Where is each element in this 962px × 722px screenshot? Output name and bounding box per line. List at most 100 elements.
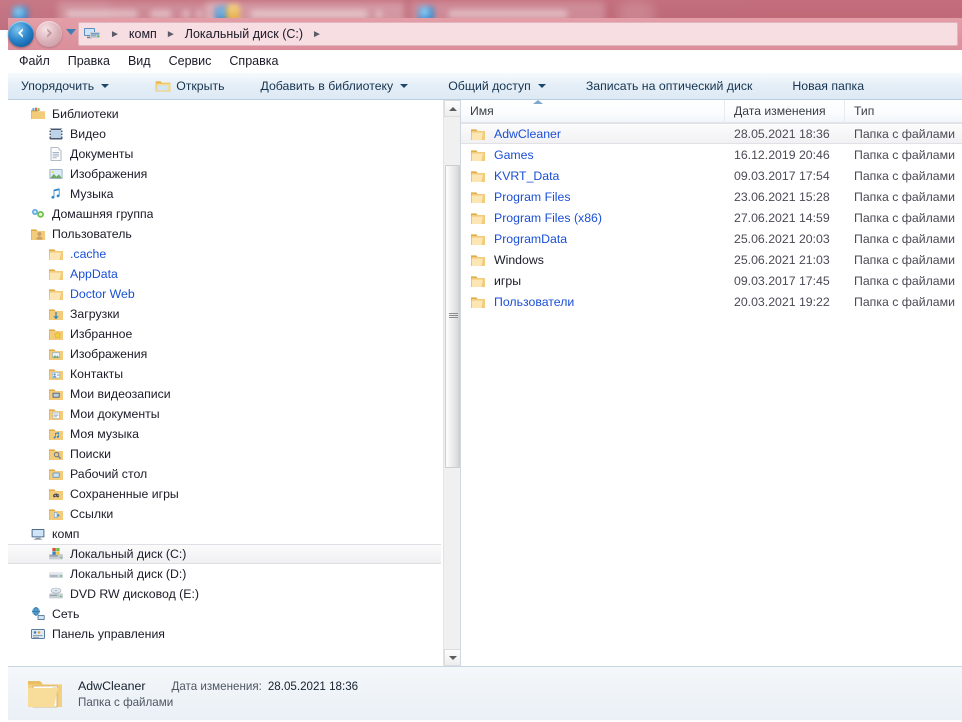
toolbar-share-button[interactable]: Общий доступ bbox=[439, 74, 555, 98]
recent-pages-dropdown[interactable] bbox=[66, 29, 76, 35]
sidebar-item-1[interactable]: Видео bbox=[8, 124, 460, 144]
forward-button[interactable] bbox=[36, 21, 62, 47]
navigation-pane-scrollbar[interactable] bbox=[443, 100, 460, 666]
menu-edit[interactable]: Правка bbox=[59, 52, 119, 70]
sidebar-item-label: Загрузки bbox=[70, 307, 120, 321]
toolbar-share-label: Общий доступ bbox=[448, 79, 531, 93]
sidebar-item-26[interactable]: Панель управления bbox=[8, 624, 460, 644]
sidebar-item-label: Пользователь bbox=[52, 227, 132, 241]
scroll-up-button[interactable] bbox=[444, 100, 460, 117]
cell-type: Папка с файлами bbox=[854, 231, 955, 246]
sidebar-item-label: Мои видеозаписи bbox=[70, 387, 171, 401]
sidebar-item-9[interactable]: Doctor Web bbox=[8, 284, 460, 304]
sidebar-item-23[interactable]: Локальный диск (D:) bbox=[8, 564, 460, 584]
table-row[interactable]: Program Files (x86) 27.06.2021 14:59 Папка… bbox=[461, 207, 962, 228]
toolbar-open-button[interactable]: Открыть bbox=[146, 74, 233, 98]
breadcrumb[interactable]: ► комп ► Локальный диск (C:) ► bbox=[78, 22, 958, 46]
breadcrumb-item-0[interactable]: комп bbox=[127, 26, 159, 42]
sidebar-item-7[interactable]: .cache bbox=[8, 244, 460, 264]
sidebar-item-11[interactable]: Избранное bbox=[8, 324, 460, 344]
sidebar-item-2[interactable]: Документы bbox=[8, 144, 460, 164]
breadcrumb-item-1[interactable]: Локальный диск (C:) bbox=[183, 26, 305, 42]
column-header-type[interactable]: Тип bbox=[845, 100, 962, 122]
toolbar-burn-button[interactable]: Записать на оптический диск bbox=[577, 74, 762, 98]
breadcrumb-separator-2[interactable]: ► bbox=[305, 29, 329, 40]
toolbar-add-to-library-button[interactable]: Добавить в библиотеку bbox=[251, 74, 417, 98]
sidebar-item-label: Видео bbox=[70, 127, 106, 141]
cell-type: Папка с файлами bbox=[854, 294, 955, 309]
pictures-icon bbox=[48, 166, 64, 182]
sidebar-item-3[interactable]: Изображения bbox=[8, 164, 460, 184]
table-row[interactable]: KVRT_Data 09.03.2017 17:54 Папка с файлами bbox=[461, 165, 962, 186]
taskbar-label-2 bbox=[250, 10, 368, 18]
sidebar-item-0[interactable]: Библиотеки bbox=[8, 104, 460, 124]
table-row[interactable]: игры 09.03.2017 17:45 Папка с файлами bbox=[461, 270, 962, 291]
file-name: Program Files (x86) bbox=[494, 210, 602, 225]
column-header-date[interactable]: Дата изменения bbox=[725, 100, 845, 122]
table-row[interactable]: ProgramData 25.06.2021 20:03 Папка с файла… bbox=[461, 228, 962, 249]
table-row[interactable]: Пользователи 20.03.2021 19:22 Папка с файл… bbox=[461, 291, 962, 312]
sidebar-item-12[interactable]: Изображения bbox=[8, 344, 460, 364]
cell-type: Папка с файлами bbox=[854, 210, 955, 225]
favorites-icon bbox=[48, 326, 64, 342]
details-date-value: 28.05.2021 18:36 bbox=[267, 679, 359, 693]
details-name: AdwCleaner bbox=[78, 678, 146, 693]
scrollbar-thumb[interactable] bbox=[445, 164, 460, 469]
sidebar-item-22[interactable]: Локальный диск (C:) bbox=[8, 544, 441, 564]
sidebar-item-label: Контакты bbox=[70, 367, 124, 381]
breadcrumb-separator-1[interactable]: ► bbox=[159, 29, 183, 40]
cell-date-modified: 25.06.2021 20:03 bbox=[734, 231, 830, 246]
sidebar-item-21[interactable]: комп bbox=[8, 524, 460, 544]
back-button[interactable] bbox=[8, 21, 34, 47]
sidebar-item-6[interactable]: Пользователь bbox=[8, 224, 460, 244]
sidebar-item-20[interactable]: Ссылки bbox=[8, 504, 460, 524]
column-header-name[interactable]: Имя bbox=[461, 100, 725, 122]
computer-icon bbox=[30, 526, 46, 542]
toolbar-open-label: Открыть bbox=[176, 79, 225, 93]
file-folder-icon bbox=[470, 273, 486, 289]
back-arrow-icon bbox=[18, 28, 23, 38]
links-icon bbox=[48, 506, 64, 522]
toolbar-organize-button[interactable]: Упорядочить bbox=[12, 74, 118, 98]
cell-type: Папка с файлами bbox=[854, 147, 955, 162]
table-row[interactable]: Windows 25.06.2021 21:03 Папка с файлами bbox=[461, 249, 962, 270]
cell-name: KVRT_Data bbox=[461, 168, 725, 184]
breadcrumb-separator-0: ► bbox=[110, 28, 120, 40]
sidebar-item-14[interactable]: Мои видеозаписи bbox=[8, 384, 460, 404]
taskbar-label-1b bbox=[150, 10, 172, 18]
table-row[interactable]: Program Files 23.06.2021 15:28 Папка с фай… bbox=[461, 186, 962, 207]
cell-date-modified: 28.05.2021 18:36 bbox=[734, 126, 830, 141]
taskbar-label-3 bbox=[448, 10, 568, 18]
sidebar-item-15[interactable]: Мои документы bbox=[8, 404, 460, 424]
dvd-drive-icon bbox=[48, 586, 64, 602]
sidebar-item-4[interactable]: Музыка bbox=[8, 184, 460, 204]
menu-view[interactable]: Вид bbox=[119, 52, 160, 70]
homegroup-icon bbox=[30, 206, 46, 222]
sidebar-item-label: .cache bbox=[70, 247, 107, 261]
cell-date-modified: 27.06.2021 14:59 bbox=[734, 210, 830, 225]
sidebar-item-19[interactable]: Сохраненные игры bbox=[8, 484, 460, 504]
sidebar-item-24[interactable]: DVD RW дисковод (E:) bbox=[8, 584, 460, 604]
sidebar-item-17[interactable]: Поиски bbox=[8, 444, 460, 464]
sidebar-item-13[interactable]: Контакты bbox=[8, 364, 460, 384]
scroll-down-button[interactable] bbox=[444, 649, 460, 666]
menu-tools[interactable]: Сервис bbox=[160, 52, 221, 70]
details-primary-line: AdwCleaner Дата изменения: 28.05.2021 18… bbox=[78, 679, 358, 693]
table-row[interactable]: Games 16.12.2019 20:46 Папка с файлами bbox=[461, 144, 962, 165]
sidebar-item-8[interactable]: AppData bbox=[8, 264, 460, 284]
file-folder-icon bbox=[470, 231, 486, 247]
sidebar-item-label: Локальный диск (C:) bbox=[70, 547, 187, 561]
taskbar-label-1c bbox=[182, 10, 190, 18]
sidebar-item-label: Сохраненные игры bbox=[70, 487, 179, 501]
documents-icon bbox=[48, 146, 64, 162]
menu-file[interactable]: Файл bbox=[10, 52, 59, 70]
sidebar-item-18[interactable]: Рабочий стол bbox=[8, 464, 460, 484]
sidebar-item-10[interactable]: Загрузки bbox=[8, 304, 460, 324]
sidebar-item-16[interactable]: Моя музыка bbox=[8, 424, 460, 444]
sidebar-item-5[interactable]: Домашняя группа bbox=[8, 204, 460, 224]
sidebar-item-25[interactable]: Сеть bbox=[8, 604, 460, 624]
menu-help[interactable]: Справка bbox=[220, 52, 287, 70]
contacts-icon bbox=[48, 366, 64, 382]
table-row[interactable]: AdwCleaner 28.05.2021 18:36 Папка с файлам… bbox=[461, 123, 962, 144]
toolbar-new-folder-button[interactable]: Новая папка bbox=[783, 74, 873, 98]
